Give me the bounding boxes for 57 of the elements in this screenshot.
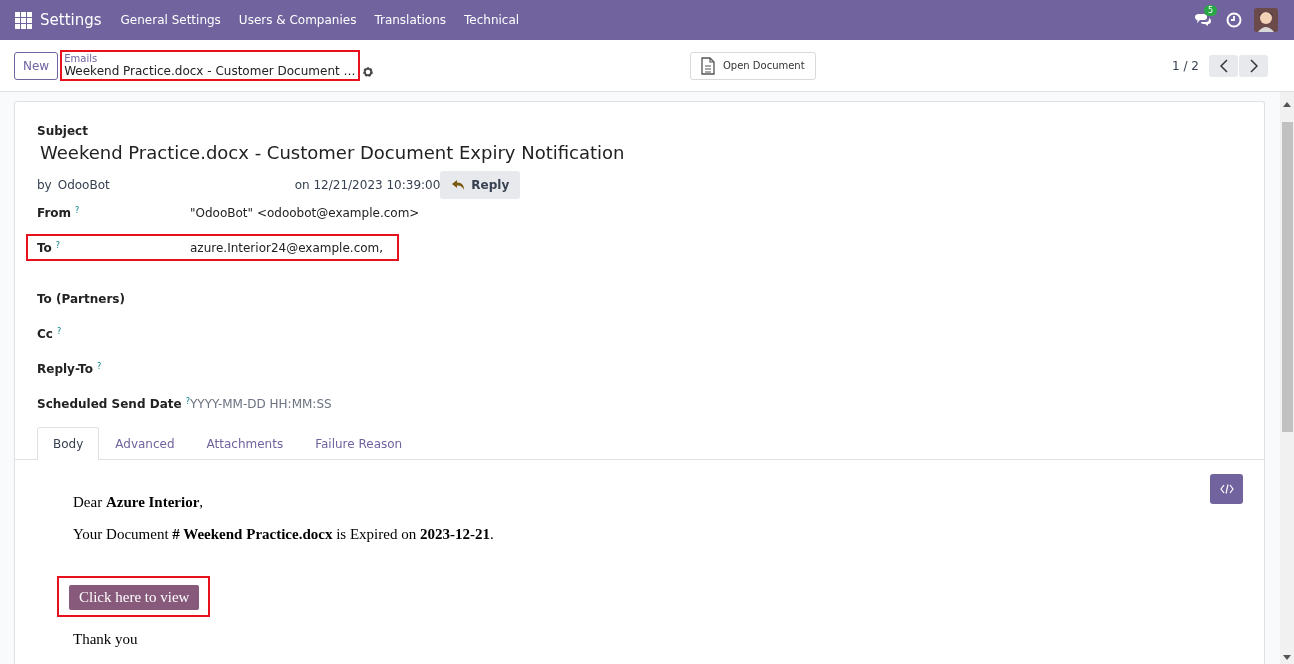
grid-icon xyxy=(15,11,32,29)
scrollbar[interactable] xyxy=(1280,92,1294,664)
settings-icon xyxy=(361,65,374,78)
help-tooltip[interactable]: ? xyxy=(185,396,190,411)
subject-text: Weekend Practice.docx - Customer Document Expiry Notification xyxy=(40,142,626,163)
next-button[interactable] xyxy=(1239,54,1268,77)
notebook-tab[interactable]: Advanced xyxy=(99,427,191,460)
user-avatar xyxy=(1254,8,1278,32)
new-button[interactable]: New xyxy=(14,51,59,80)
message-count-badge: 5 xyxy=(1204,5,1218,16)
app-name[interactable]: Settings xyxy=(40,11,102,29)
chat-icon xyxy=(1194,13,1212,27)
previous-button[interactable] xyxy=(1209,54,1238,77)
pager-value: 1 / 2 xyxy=(1172,58,1199,73)
menu-item[interactable]: Translations xyxy=(365,13,456,27)
menu-item[interactable]: Users & Companies xyxy=(229,13,366,27)
code-view-button[interactable] xyxy=(1210,474,1243,504)
scroll-thumb[interactable] xyxy=(1281,122,1293,432)
messages-button[interactable] xyxy=(1194,13,1212,27)
notebook-tab[interactable]: Attachments xyxy=(190,427,300,460)
document-icon xyxy=(700,56,715,75)
notebook-tab[interactable]: Body xyxy=(37,427,100,460)
menu-item[interactable]: General Settings xyxy=(111,13,230,27)
reply-button[interactable]: Reply xyxy=(440,171,521,199)
chevron-left-icon xyxy=(1219,58,1228,73)
chevron-right-icon xyxy=(1249,58,1258,73)
record-title: Weekend Practice.docx - Customer Document … xyxy=(64,64,356,78)
reply-arrow-icon xyxy=(451,179,466,191)
open-document-button[interactable]: Open Document xyxy=(689,51,816,80)
field-label: From xyxy=(37,205,72,220)
notebook-tab[interactable]: Failure Reason xyxy=(299,427,419,460)
help-tooltip[interactable]: ? xyxy=(55,240,61,255)
field-label: Cc xyxy=(37,326,53,341)
clock-icon xyxy=(1226,12,1242,28)
code-icon xyxy=(1219,484,1234,494)
menu-item[interactable]: Technical xyxy=(455,13,529,27)
author-name: OdooBot xyxy=(57,178,111,192)
view-document-button[interactable]: Click here to view xyxy=(69,585,200,610)
field-label: To xyxy=(37,240,52,255)
help-tooltip[interactable]: ? xyxy=(96,361,102,376)
scroll-up-icon xyxy=(1283,102,1291,107)
email-paragraph: Your Document # Weekend Practice.docx is Expired on 2023-12-21. xyxy=(73,526,495,543)
help-tooltip[interactable]: ? xyxy=(75,205,80,220)
breadcrumb-link[interactable]: Emails xyxy=(64,53,356,64)
activities-button[interactable] xyxy=(1226,12,1242,28)
help-tooltip[interactable]: ? xyxy=(56,326,62,341)
email-paragraph: Thank you xyxy=(73,631,139,648)
field-label: Scheduled Send Date xyxy=(37,396,182,411)
field-label: Reply-To xyxy=(37,361,93,376)
author-prefix: by xyxy=(37,178,52,192)
field-label: Subject xyxy=(37,124,89,138)
sent-date: on 12/21/2023 10:39:00 xyxy=(294,178,441,192)
email-paragraph: Dear Azure Interior, xyxy=(73,494,205,511)
field-value: azure.Interior24@example.com, xyxy=(190,240,384,255)
field-value: "OdooBot" <odoobot@example.com> xyxy=(190,205,420,220)
scroll-down-icon xyxy=(1283,655,1291,660)
field-label: To (Partners) xyxy=(37,291,125,306)
